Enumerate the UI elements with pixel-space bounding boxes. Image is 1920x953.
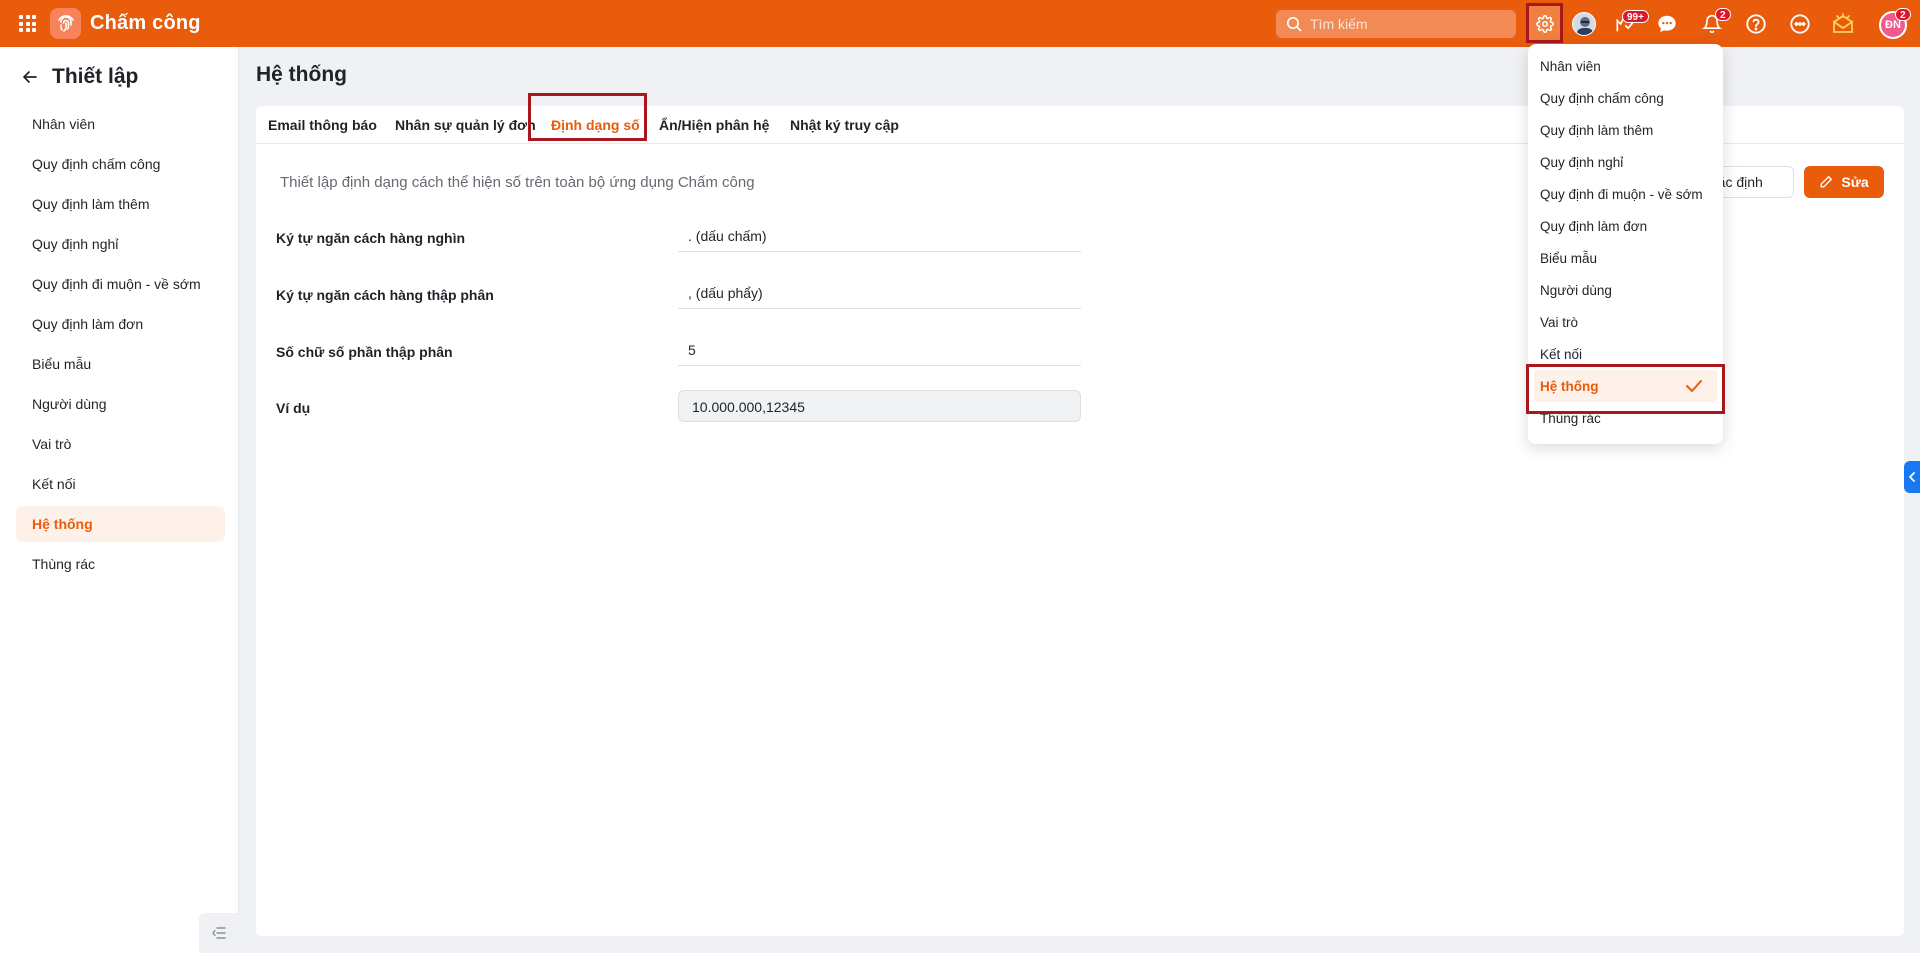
sidebar-item-nhan-vien[interactable]: Nhân viên: [16, 106, 225, 142]
edit-button[interactable]: Sửa: [1804, 166, 1884, 198]
sidebar-item-ket-noi[interactable]: Kết nối: [16, 466, 225, 502]
user-avatar-icon[interactable]: [1572, 12, 1596, 36]
decimal-separator-value: , (dấu phẩy): [678, 275, 1081, 309]
sidebar-menu: Nhân viên Quy định chấm công Quy định là…: [16, 106, 225, 586]
menu-item-quy-dinh-cham-cong[interactable]: Quy định chấm công: [1528, 82, 1723, 114]
sidebar-header: Thiết lập: [20, 65, 138, 89]
sidebar-item-quy-dinh-lam-them[interactable]: Quy định làm thêm: [16, 186, 225, 222]
field-example: Ví dụ 10.000.000,12345: [276, 390, 1081, 430]
field-label: Ví dụ: [276, 400, 311, 416]
field-decimal-separator: Ký tự ngăn cách hàng thập phân , (dấu ph…: [276, 275, 1081, 315]
page-title: Hệ thống: [256, 63, 347, 86]
tab-an-hien-phan-he[interactable]: Ẩn/Hiện phân hệ: [659, 106, 769, 143]
menu-item-vai-tro[interactable]: Vai trò: [1528, 306, 1723, 338]
decimal-digits-value: 5: [678, 332, 1081, 366]
more-icon[interactable]: [1784, 8, 1816, 40]
search-box[interactable]: [1276, 10, 1516, 38]
menu-item-nguoi-dung[interactable]: Người dùng: [1528, 274, 1723, 306]
sidebar-title: Thiết lập: [52, 65, 139, 88]
menu-item-quy-dinh-lam-them[interactable]: Quy định làm thêm: [1528, 114, 1723, 146]
app-grid-icon[interactable]: [19, 15, 36, 32]
example-value: 10.000.000,12345: [678, 390, 1081, 422]
sidebar-item-quy-dinh-cham-cong[interactable]: Quy định chấm công: [16, 146, 225, 182]
field-label: Số chữ số phần thập phân: [276, 344, 453, 360]
gear-icon[interactable]: [1529, 8, 1561, 40]
tab-email-thong-bao[interactable]: Email thông báo: [268, 106, 377, 143]
field-decimal-digits: Số chữ số phần thập phân 5: [276, 332, 1081, 372]
app-title[interactable]: Chấm công: [90, 12, 201, 35]
menu-item-nhan-vien[interactable]: Nhân viên: [1528, 50, 1723, 82]
sidebar-item-nguoi-dung[interactable]: Người dùng: [16, 386, 225, 422]
fingerprint-logo-icon: [50, 8, 81, 39]
thousands-separator-value: . (dấu chấm): [678, 218, 1081, 252]
tab-nhat-ky-truy-cap[interactable]: Nhật ký truy cập: [790, 106, 899, 143]
side-panel-toggle[interactable]: [1904, 461, 1920, 493]
sidebar-item-quy-dinh-di-muon-ve-som[interactable]: Quy định đi muộn - về sớm: [16, 266, 225, 302]
tab-nhan-su-quan-ly-don[interactable]: Nhân sự quản lý đơn: [395, 106, 536, 143]
selected-menu-highlight-box: [1526, 364, 1725, 414]
bell-badge: 2: [1715, 8, 1731, 21]
search-icon: [1286, 16, 1302, 32]
collapse-sidebar-button[interactable]: [199, 913, 239, 953]
profile-badge: 2: [1895, 8, 1911, 21]
field-label: Ký tự ngăn cách hàng thập phân: [276, 287, 494, 303]
chat-icon[interactable]: [1651, 8, 1683, 40]
collapse-icon: [212, 927, 226, 939]
gift-icon[interactable]: [1827, 8, 1859, 40]
help-icon[interactable]: [1740, 8, 1772, 40]
back-arrow-icon[interactable]: [20, 67, 40, 87]
sidebar-item-thung-rac[interactable]: Thùng rác: [16, 546, 225, 582]
edit-button-label: Sửa: [1841, 174, 1869, 190]
sidebar-item-quy-dinh-nghi[interactable]: Quy định nghỉ: [16, 226, 225, 262]
bell-icon[interactable]: 2: [1696, 8, 1731, 40]
chevron-left-icon: [1909, 472, 1915, 482]
pencil-icon: [1820, 176, 1833, 188]
approval-badge: 99+: [1622, 10, 1649, 23]
sidebar-item-bieu-mau[interactable]: Biểu mẫu: [16, 346, 225, 382]
top-bar: Chấm công 99+ 2 ĐN 2: [0, 0, 1920, 47]
approval-icon[interactable]: 99+: [1608, 8, 1649, 40]
sidebar-item-he-thong[interactable]: Hệ thống: [16, 506, 225, 542]
field-thousands-separator: Ký tự ngăn cách hàng nghìn . (dấu chấm): [276, 218, 1081, 258]
field-label: Ký tự ngăn cách hàng nghìn: [276, 230, 466, 246]
sidebar-item-vai-tro[interactable]: Vai trò: [16, 426, 225, 462]
menu-item-quy-dinh-nghi[interactable]: Quy định nghỉ: [1528, 146, 1723, 178]
menu-item-bieu-mau[interactable]: Biểu mẫu: [1528, 242, 1723, 274]
panel-description: Thiết lập định dạng cách thể hiện số trê…: [280, 174, 755, 191]
menu-item-quy-dinh-lam-don[interactable]: Quy định làm đơn: [1528, 210, 1723, 242]
settings-sidebar: Thiết lập Nhân viên Quy định chấm công Q…: [0, 47, 239, 953]
menu-item-quy-dinh-di-muon-ve-som[interactable]: Quy định đi muộn - về sớm: [1528, 178, 1723, 210]
active-tab-highlight-box: [528, 93, 647, 141]
sidebar-item-quy-dinh-lam-don[interactable]: Quy định làm đơn: [16, 306, 225, 342]
search-input[interactable]: [1310, 16, 1500, 32]
